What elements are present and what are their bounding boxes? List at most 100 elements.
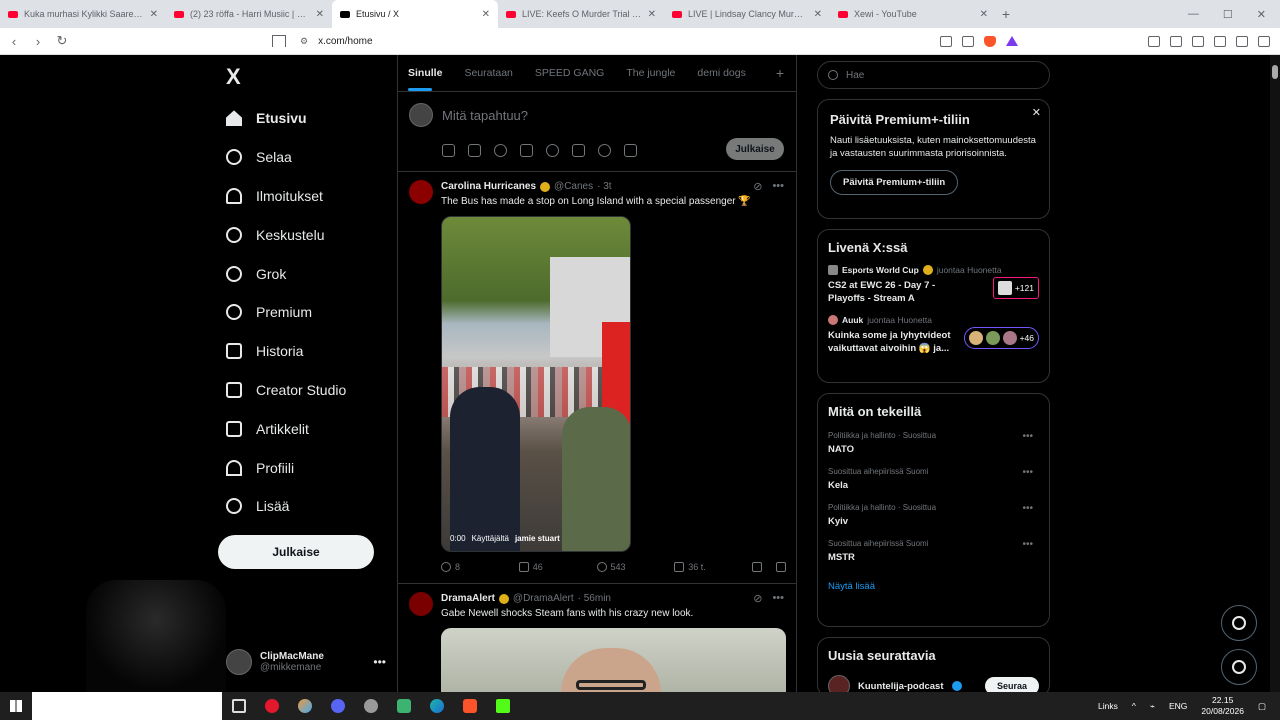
nav-more[interactable]: Lisää — [226, 487, 346, 526]
more-icon[interactable]: ••• — [373, 655, 386, 669]
nav-history[interactable]: Historia — [226, 332, 346, 371]
bookmark-icon[interactable] — [272, 35, 286, 47]
add-tab-icon[interactable]: + — [776, 65, 784, 81]
tweet-video[interactable]: 0:00 Käyttäjältä jamie stuart — [441, 216, 631, 552]
post-button[interactable]: Julkaise — [218, 535, 374, 569]
wallet-icon[interactable] — [1192, 35, 1204, 47]
premium-button[interactable]: Päivitä Premium+-tiliin — [830, 170, 959, 195]
flag-icon[interactable] — [624, 144, 637, 157]
location-icon[interactable] — [598, 144, 611, 157]
more-icon[interactable]: ••• — [1022, 539, 1033, 550]
close-icon[interactable]: ✕ — [1032, 106, 1041, 119]
tweet[interactable]: Carolina Hurricanes @Canes · 3t ⊘ ••• The… — [398, 172, 796, 584]
grok-icon[interactable]: ⊘ — [753, 180, 762, 193]
close-icon[interactable]: ✕ — [316, 9, 324, 20]
nav-premium[interactable]: Premium — [226, 293, 346, 332]
messages-fab[interactable] — [1221, 649, 1257, 685]
notifications-icon[interactable]: ▢ — [1258, 701, 1266, 712]
chevron-up-icon[interactable]: ^ — [1132, 701, 1136, 711]
tab-list[interactable]: demi dogs — [697, 67, 745, 79]
app-icon[interactable] — [387, 699, 420, 713]
share-icon[interactable] — [776, 562, 786, 572]
new-tab-button[interactable]: + — [996, 6, 1016, 22]
trend-item[interactable]: Suosittua aihepiirissä Suomi Kela ••• — [828, 467, 1039, 491]
avatar[interactable] — [409, 180, 433, 204]
live-item[interactable]: Auuk juontaa Huonetta Kuinka some ja lyhy… — [828, 315, 1039, 355]
more-icon[interactable]: ••• — [1022, 503, 1033, 514]
brave-shields-icon[interactable] — [984, 35, 996, 47]
nav-grok[interactable]: Grok — [226, 254, 346, 293]
leo-icon[interactable] — [1214, 35, 1226, 47]
composer-post-button[interactable]: Julkaise — [726, 138, 784, 160]
taskbar-search[interactable] — [32, 692, 222, 720]
scrollbar[interactable] — [1270, 55, 1280, 692]
clock[interactable]: 22.15 20/08/2026 — [1201, 695, 1244, 717]
tweet[interactable]: DramaAlert @DramaAlert · 56min ⊘ ••• Gabe… — [398, 584, 796, 692]
schedule-icon[interactable] — [572, 144, 585, 157]
nav-messages[interactable]: Keskustelu — [226, 215, 346, 254]
reload-icon[interactable]: ↻ — [52, 33, 72, 49]
trend-item[interactable]: Politiikka ja hallinto · Suosittua Kyiv ••… — [828, 503, 1039, 527]
emoji-icon[interactable] — [546, 144, 559, 157]
edge-icon[interactable] — [420, 699, 453, 713]
gif-icon[interactable] — [468, 144, 481, 157]
maximize-icon[interactable]: ☐ — [1223, 8, 1233, 21]
cast-icon[interactable] — [962, 35, 974, 47]
trend-item[interactable]: Suosittua aihepiirissä Suomi MSTR ••• — [828, 539, 1039, 563]
browser-tab[interactable]: (2) 23 röffa - Harri Musiic | 24 - YouT.… — [166, 0, 332, 28]
like-button[interactable]: 543 — [596, 562, 675, 572]
tweet-image[interactable] — [441, 628, 786, 692]
grok-icon[interactable]: ⊘ — [753, 592, 762, 605]
brave-icon[interactable] — [453, 699, 486, 713]
tweet-time[interactable]: · 3t — [597, 181, 611, 192]
bookmark-icon[interactable] — [752, 562, 762, 572]
grok-fab[interactable] — [1221, 605, 1257, 641]
nav-profile[interactable]: Profiili — [226, 448, 346, 487]
image-icon[interactable] — [442, 144, 455, 157]
links-toolbar[interactable]: Links — [1098, 701, 1118, 711]
poll-icon[interactable] — [520, 144, 533, 157]
tab-for-you[interactable]: Sinulle — [408, 67, 442, 91]
kick-icon[interactable] — [486, 699, 519, 713]
trend-item[interactable]: Politiikka ja hallinto · Suosittua NATO ••… — [828, 431, 1039, 455]
composer-input[interactable]: Mitä tapahtuu? — [442, 108, 528, 123]
more-icon[interactable]: ••• — [1022, 467, 1033, 478]
sidebar-icon[interactable] — [1170, 35, 1182, 47]
url-field[interactable]: ⚙ x.com/home — [300, 36, 373, 47]
show-more-link[interactable]: Näytä lisää — [828, 581, 1039, 592]
avatar[interactable] — [409, 592, 433, 616]
translate-icon[interactable] — [940, 35, 952, 47]
account-switcher[interactable]: ClipMacMane @mikkemane ••• — [226, 649, 386, 675]
app-icon[interactable] — [288, 699, 321, 713]
forward-icon[interactable]: › — [28, 34, 48, 49]
task-view-icon[interactable] — [222, 699, 255, 713]
browser-tab-active[interactable]: Etusivu / X ✕ — [332, 0, 498, 28]
back-icon[interactable]: ‹ — [4, 34, 24, 49]
tweet-author[interactable]: DramaAlert — [441, 593, 495, 604]
nav-explore[interactable]: Selaa — [226, 138, 346, 177]
nav-creator-studio[interactable]: Creator Studio — [226, 371, 346, 410]
x-logo-icon[interactable]: X — [226, 64, 241, 90]
site-info-icon[interactable]: ⚙ — [300, 36, 308, 47]
more-icon[interactable]: ••• — [1022, 431, 1033, 442]
reply-button[interactable]: 8 — [441, 562, 519, 572]
browser-tab[interactable]: Xewi - YouTube ✕ — [830, 0, 996, 28]
vpn-icon[interactable] — [1236, 35, 1248, 47]
search-input[interactable]: Hae — [817, 61, 1050, 89]
tweet-time[interactable]: · 56min — [578, 593, 611, 604]
start-button[interactable] — [0, 700, 32, 712]
browser-tab[interactable]: Kuka murhasi Kylikki Saaren? | 23 r...✕ — [0, 0, 166, 28]
tab-following[interactable]: Seurataan — [464, 67, 512, 79]
repost-button[interactable]: 46 — [518, 562, 597, 572]
nav-articles[interactable]: Artikkelit — [226, 409, 346, 448]
close-icon[interactable]: ✕ — [482, 9, 490, 20]
browser-tab[interactable]: LIVE | Lindsay Clancy Murder Tria...✕ — [664, 0, 830, 28]
views-button[interactable]: 36 t. — [674, 562, 752, 572]
close-icon[interactable]: ✕ — [980, 9, 988, 20]
close-icon[interactable]: ✕ — [814, 9, 822, 20]
opera-icon[interactable] — [255, 699, 288, 713]
more-icon[interactable]: ••• — [772, 592, 784, 605]
media-icon[interactable] — [1148, 35, 1160, 47]
nav-notifications[interactable]: Ilmoitukset — [226, 177, 346, 216]
browser-tab[interactable]: LIVE: Keefs O Murder Trial Day 4 | Off..… — [498, 0, 664, 28]
